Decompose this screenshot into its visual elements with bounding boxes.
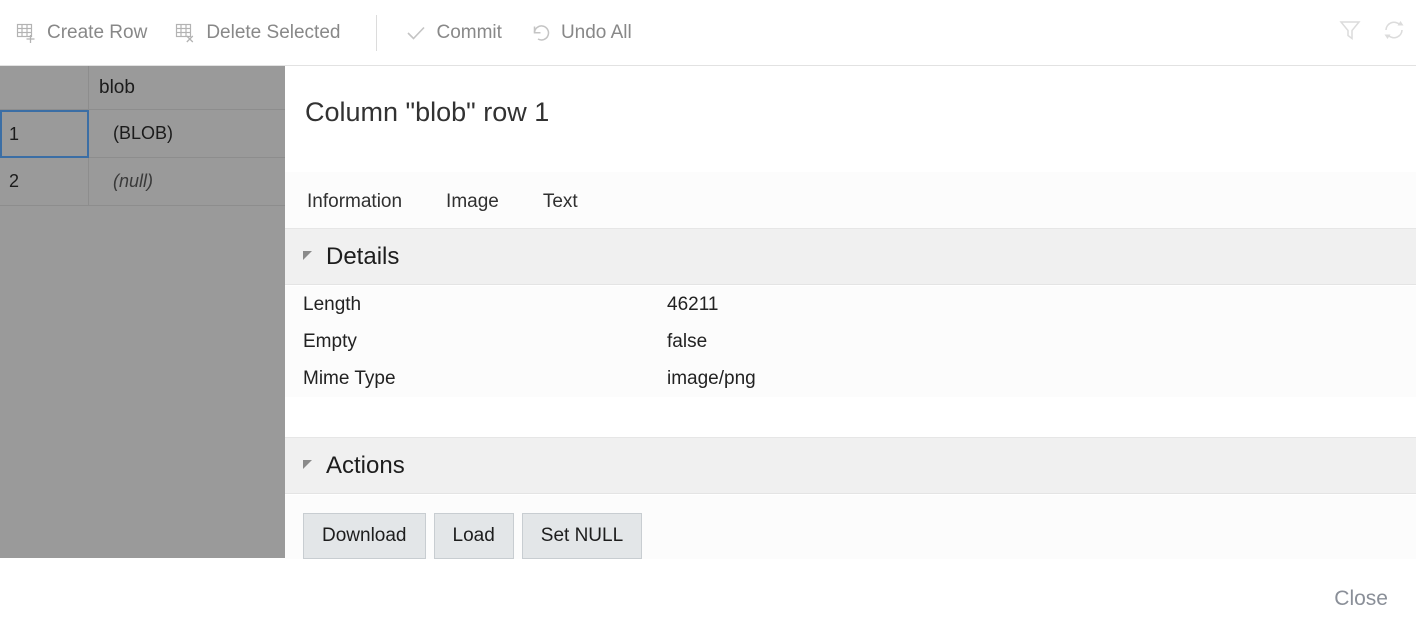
- grid-cell-value: (null): [113, 171, 153, 192]
- undo-icon: [530, 22, 552, 44]
- commit-label: Commit: [436, 22, 501, 44]
- actions-button-row: Download Load Set NULL: [285, 495, 1416, 559]
- tab-information-label: Information: [307, 191, 402, 213]
- detail-row-length: Length 46211: [285, 286, 1416, 323]
- load-button-label: Load: [453, 525, 495, 547]
- section-header-actions[interactable]: Actions: [285, 437, 1416, 494]
- set-null-button-label: Set NULL: [541, 525, 623, 547]
- data-grid[interactable]: blob 1 (BLOB) 2 (null): [0, 66, 285, 558]
- tab-text-label: Text: [543, 191, 578, 213]
- page-title: Column "blob" row 1: [305, 97, 549, 128]
- grid-row-number: 2: [9, 171, 19, 192]
- load-button[interactable]: Load: [434, 513, 514, 559]
- detail-row-mime-type: Mime Type image/png: [285, 360, 1416, 397]
- section-title-actions: Actions: [326, 452, 405, 480]
- grid-header-row: blob: [0, 66, 285, 110]
- download-button[interactable]: Download: [303, 513, 426, 559]
- tab-information[interactable]: Information: [285, 172, 424, 231]
- detail-key-mime-type: Mime Type: [303, 368, 667, 390]
- grid-cell-blob-2[interactable]: (null): [89, 158, 285, 206]
- collapse-triangle-icon[interactable]: [303, 460, 312, 469]
- grid-row-header-2[interactable]: 2: [0, 158, 89, 206]
- grid-row-header-1[interactable]: 1: [0, 110, 89, 158]
- dialog-tabs: Information Image Text: [285, 172, 1416, 232]
- grid-row-number: 1: [9, 124, 19, 145]
- toolbar-divider: [376, 15, 377, 51]
- commit-button[interactable]: Commit: [391, 0, 515, 66]
- grid-column-header-blob[interactable]: blob: [89, 66, 285, 110]
- tab-image[interactable]: Image: [424, 172, 521, 231]
- undo-all-label: Undo All: [561, 22, 632, 44]
- grid-cell-value: (BLOB): [113, 123, 173, 144]
- blob-editor-dialog: Column "blob" row 1 Information Image Te…: [285, 66, 1416, 566]
- collapse-triangle-icon[interactable]: [303, 251, 312, 260]
- set-null-button[interactable]: Set NULL: [522, 513, 642, 559]
- detail-value-empty: false: [667, 331, 707, 353]
- grid-column-header-label: blob: [99, 77, 135, 99]
- refresh-button[interactable]: [1372, 0, 1416, 66]
- undo-all-button[interactable]: Undo All: [516, 0, 646, 66]
- checkmark-icon: [405, 22, 427, 44]
- grid-cell-blob-1[interactable]: (BLOB): [89, 110, 285, 158]
- detail-value-mime-type: image/png: [667, 368, 756, 390]
- delete-selected-button[interactable]: Delete Selected: [161, 0, 354, 66]
- delete-selected-label: Delete Selected: [206, 22, 340, 44]
- filter-button[interactable]: [1328, 0, 1372, 66]
- details-list: Length 46211 Empty false Mime Type image…: [285, 286, 1416, 397]
- table-add-icon: [16, 22, 38, 44]
- main-toolbar: Create Row Delete Selected Commit: [0, 0, 1416, 66]
- table-row[interactable]: 1 (BLOB): [0, 110, 285, 158]
- dialog-footer: Close: [0, 566, 1416, 632]
- table-delete-icon: [175, 22, 197, 44]
- section-header-details[interactable]: Details: [285, 228, 1416, 285]
- detail-row-empty: Empty false: [285, 323, 1416, 360]
- create-row-button[interactable]: Create Row: [0, 0, 161, 66]
- create-row-label: Create Row: [47, 22, 147, 44]
- detail-key-empty: Empty: [303, 331, 667, 353]
- grid-bottom-gap: [0, 558, 285, 566]
- refresh-icon: [1381, 17, 1407, 48]
- filter-icon: [1337, 17, 1363, 48]
- close-button[interactable]: Close: [1328, 579, 1394, 619]
- tab-text[interactable]: Text: [521, 172, 600, 231]
- tab-image-label: Image: [446, 191, 499, 213]
- detail-key-length: Length: [303, 294, 667, 316]
- download-button-label: Download: [322, 525, 407, 547]
- grid-corner-cell[interactable]: [0, 66, 89, 110]
- detail-value-length: 46211: [667, 294, 718, 316]
- section-title-details: Details: [326, 243, 399, 271]
- close-button-label: Close: [1334, 587, 1388, 610]
- table-row[interactable]: 2 (null): [0, 158, 285, 206]
